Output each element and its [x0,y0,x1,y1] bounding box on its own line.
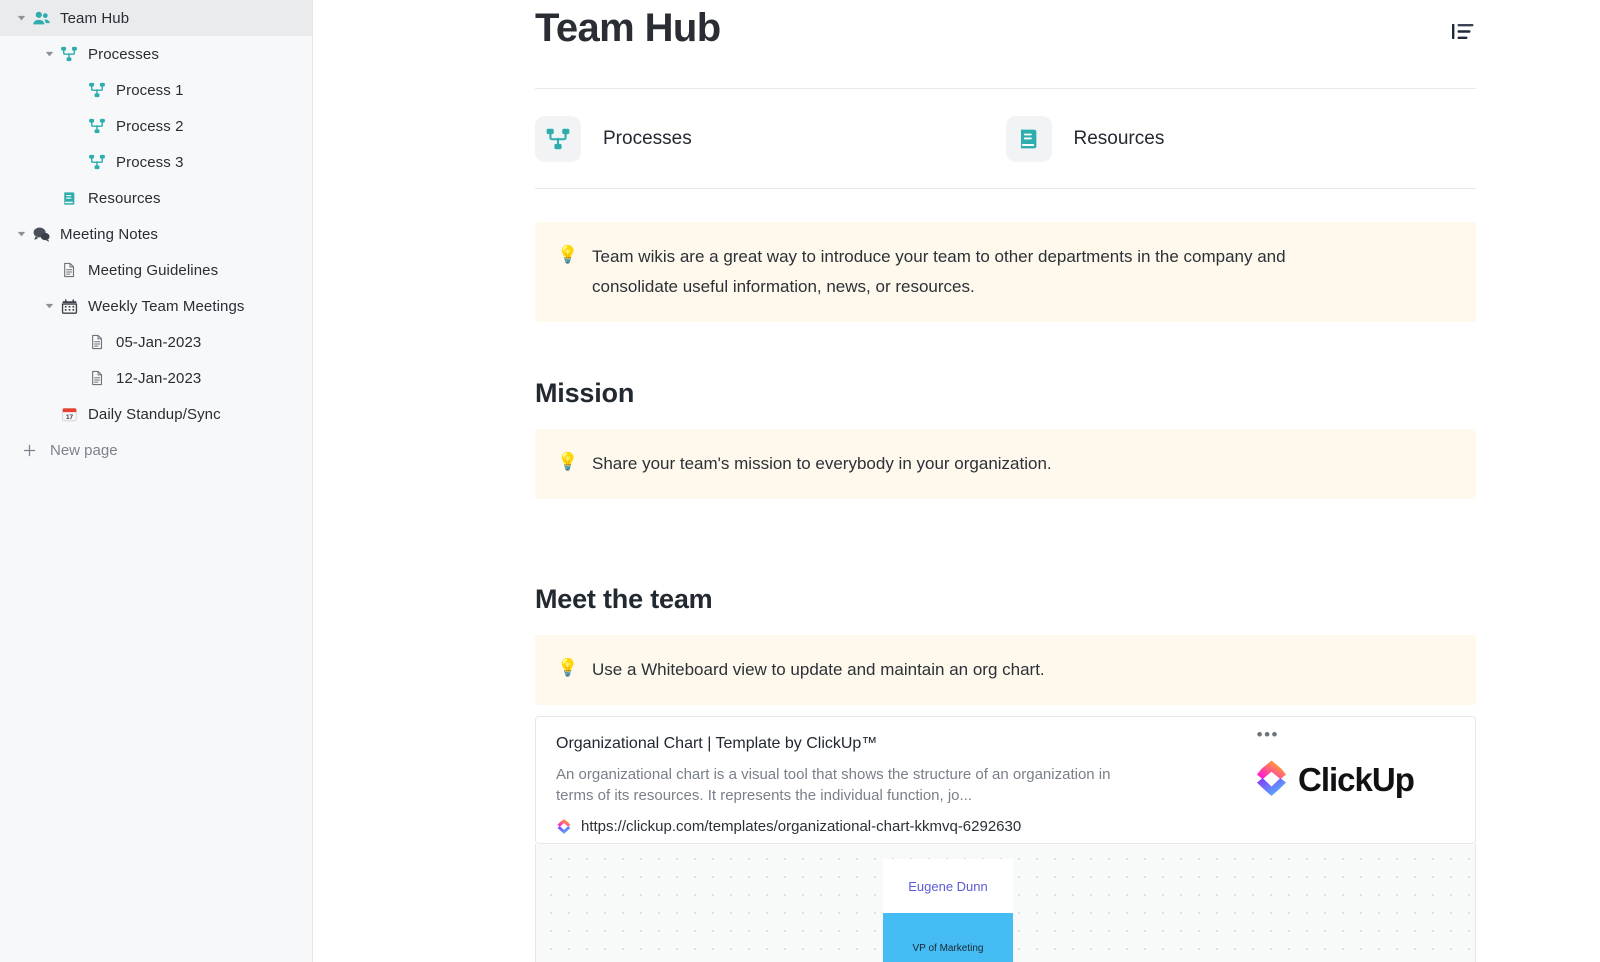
page-body: Processes Resources 💡 Team wikis are a g… [535,89,1476,962]
sidebar-item-daily-standup-sync[interactable]: 17 Daily Standup/Sync [0,396,312,432]
sidebar-item-weekly-team-meetings[interactable]: Weekly Team Meetings [0,288,312,324]
sidebar-item-process-1[interactable]: Process 1 [0,72,312,108]
page-title: Team Hub [535,6,721,50]
clickup-favicon-icon [556,818,572,835]
doc-icon [87,332,107,352]
sidebar-item-label: Process 1 [116,81,184,99]
chevron-down-icon[interactable] [42,299,56,313]
subpage-label: Processes [603,127,692,149]
app-root: Team Hub Processes Process 1 Process 2 P… [0,0,1600,962]
sidebar-item-label: Team Hub [60,9,130,27]
chat-icon [31,224,51,244]
calendar-icon [59,296,79,316]
calendar-emoji-icon: 17 [59,404,79,424]
section-heading-mission: Mission [535,378,635,408]
clickup-logo-icon: ClickUp [1255,758,1445,802]
people-icon [31,8,51,28]
sidebar-item-process-3[interactable]: Process 3 [0,144,312,180]
svg-text:17: 17 [65,414,73,421]
lightbulb-icon: 💡 [557,452,579,471]
sidebar-item-label: Weekly Team Meetings [88,297,245,315]
bookmark-url: https://clickup.com/templates/organizati… [581,818,1022,835]
new-page-button[interactable]: New page [0,432,312,468]
chevron-down-icon[interactable] [14,11,28,25]
sidebar-item-12-jan-2023[interactable]: 12-Jan-2023 [0,360,312,396]
sidebar-item-process-2[interactable]: Process 2 [0,108,312,144]
bookmark-info: Organizational Chart | Template by Click… [536,717,1230,843]
sidebar-item-label: 12-Jan-2023 [116,369,202,387]
bookmark-menu-button[interactable]: ••• [1257,726,1279,743]
bookmark-title: Organizational Chart | Template by Click… [556,735,878,752]
process-icon [87,80,107,100]
sidebar-item-team-hub[interactable]: Team Hub [0,0,312,36]
doc-icon [87,368,107,388]
subpage-link-resources[interactable]: Resources [1005,115,1477,162]
bookmark-card[interactable]: Organizational Chart | Template by Click… [535,716,1476,844]
bookmark-description: An organizational chart is a visual tool… [556,766,1111,804]
sidebar-item-label: Resources [88,189,161,207]
sidebar-item-label: Process 3 [116,153,184,171]
subpage-link-processes[interactable]: Processes [535,115,1006,162]
lightbulb-icon: 💡 [557,658,579,677]
callout-intro-text: Team wikis are a great way to introduce … [592,247,1286,296]
sidebar: Team Hub Processes Process 1 Process 2 P… [0,0,313,962]
callout-mission-text: Share your team's mission to everybody i… [592,454,1052,473]
callout-intro: 💡 Team wikis are a great way to introduc… [535,222,1476,322]
svg-text:ClickUp: ClickUp [1298,761,1414,798]
subpage-links: Processes Resources [535,89,1476,189]
lightbulb-icon: 💡 [557,245,579,264]
process-icon [87,116,107,136]
sidebar-item-label: Meeting Guidelines [88,261,219,279]
new-page-label: New page [50,441,118,459]
subpage-label: Resources [1073,127,1165,149]
sidebar-item-label: Processes [88,45,159,63]
chevron-down-icon[interactable] [14,227,28,241]
sidebar-item-label: Meeting Notes [60,225,159,243]
sidebar-item-label: Daily Standup/Sync [88,405,221,423]
doc-icon [59,260,79,280]
process-icon [87,152,107,172]
book-icon [59,188,79,208]
sidebar-item-meeting-notes[interactable]: Meeting Notes [0,216,312,252]
sidebar-item-resources[interactable]: Resources [0,180,312,216]
callout-team: 💡 Use a Whiteboard view to update and ma… [535,635,1476,705]
sidebar-item-05-jan-2023[interactable]: 05-Jan-2023 [0,324,312,360]
sidebar-item-label: 05-Jan-2023 [116,333,202,351]
callout-team-text: Use a Whiteboard view to update and main… [592,660,1045,679]
process-icon [59,44,79,64]
whiteboard-embed[interactable]: Eugene Dunn VP of Marketing [535,844,1476,962]
sidebar-item-meeting-guidelines[interactable]: Meeting Guidelines [0,252,312,288]
process-icon [535,115,581,162]
section-heading-team: Meet the team [535,584,713,614]
chevron-down-icon[interactable] [42,47,56,61]
callout-mission: 💡 Share your team's mission to everybody… [535,429,1476,499]
main-content: Team Hub Processes Resources 💡 Team wiki… [313,0,1600,962]
plus-icon [20,441,38,459]
org-chart-connectors [536,844,1476,962]
bookmark-url-row[interactable]: https://clickup.com/templates/organizati… [556,818,1210,835]
outline-toc-icon[interactable] [1450,20,1476,42]
book-icon [1005,115,1052,162]
sidebar-nav-list: Team Hub Processes Process 1 Process 2 P… [0,0,312,432]
sidebar-item-processes[interactable]: Processes [0,36,312,72]
sidebar-item-label: Process 2 [116,117,184,135]
